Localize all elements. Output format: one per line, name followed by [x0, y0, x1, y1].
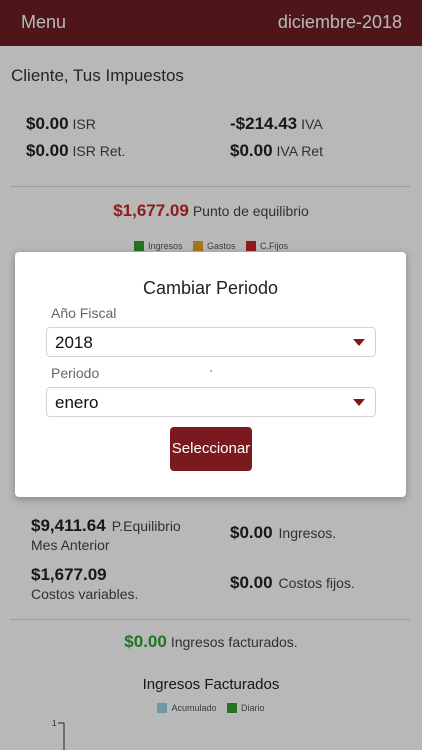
- fiscal-year-value: 2018: [55, 333, 93, 352]
- fiscal-year-select[interactable]: 2018: [46, 327, 376, 357]
- chevron-down-icon: [353, 339, 365, 346]
- period-value: enero: [55, 393, 99, 412]
- fiscal-year-label: Año Fiscal: [51, 305, 117, 321]
- period-select[interactable]: enero: [46, 387, 376, 417]
- change-period-dialog: Cambiar Periodo Año Fiscal 2018 Periodo …: [15, 252, 406, 497]
- dialog-title: Cambiar Periodo: [142, 278, 279, 298]
- spinner-dot: [210, 370, 212, 372]
- chevron-down-icon: [353, 399, 365, 406]
- period-field-label: Periodo: [51, 365, 100, 381]
- select-button[interactable]: Seleccionar: [170, 427, 252, 471]
